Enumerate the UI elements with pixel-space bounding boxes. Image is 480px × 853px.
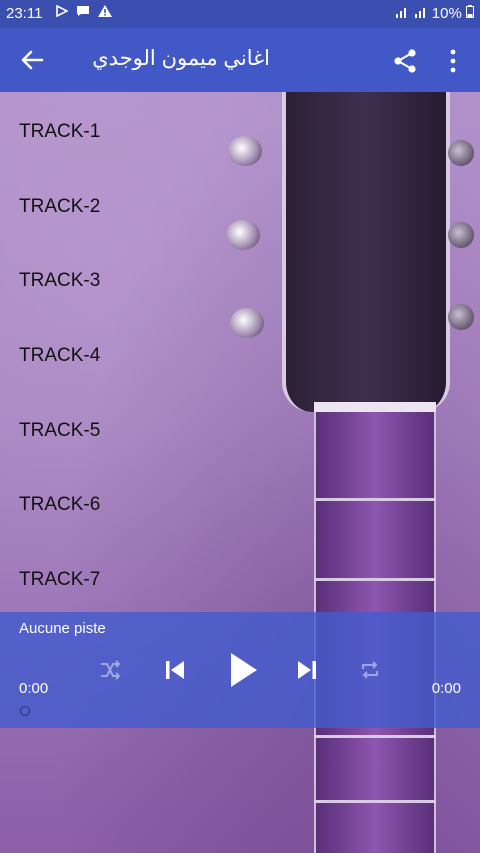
previous-button[interactable] [158, 652, 192, 688]
status-time: 23:11 [6, 5, 43, 22]
signal-icon [414, 8, 425, 18]
list-item[interactable]: TRACK-5 [19, 420, 100, 442]
next-button[interactable] [290, 652, 324, 688]
list-item[interactable]: TRACK-1 [19, 121, 100, 143]
shuffle-button[interactable] [96, 652, 124, 688]
guitar-nut [314, 402, 436, 412]
play-button[interactable] [222, 648, 262, 692]
list-item[interactable]: TRACK-2 [19, 196, 100, 218]
guitar-fret [314, 498, 436, 501]
player-bar: Aucune piste 0:00 0:00 [0, 612, 480, 728]
arrow-left-icon[interactable] [18, 46, 46, 74]
seek-bar[interactable] [20, 706, 458, 716]
tuning-peg [448, 222, 474, 248]
list-item[interactable]: TRACK-7 [19, 569, 100, 591]
repeat-icon [362, 661, 378, 679]
list-item[interactable]: TRACK-6 [19, 494, 100, 516]
guitar-fret [314, 578, 436, 581]
share-icon[interactable] [392, 48, 418, 74]
tuning-peg [226, 220, 260, 250]
repeat-button[interactable] [356, 652, 384, 688]
skip-previous-icon [166, 661, 184, 679]
tuning-peg [448, 304, 474, 330]
page-title: اغاني ميمون الوجدي [92, 47, 270, 70]
battery-percent: 10% [431, 5, 462, 22]
guitar-fret [314, 735, 436, 738]
more-vert-icon[interactable] [446, 48, 460, 74]
app-toolbar: اغاني ميمون الوجدي [0, 28, 480, 92]
play-icon [231, 653, 257, 687]
elapsed-time: 0:00 [19, 680, 49, 697]
seek-thumb[interactable] [20, 706, 30, 716]
shuffle-icon [101, 660, 121, 680]
duration-time: 0:00 [431, 680, 461, 697]
status-bar: 23:11 10% [0, 0, 480, 28]
play-store-icon [56, 4, 69, 18]
guitar-headstock [282, 92, 450, 412]
tuning-peg [230, 308, 264, 338]
current-track-label: Aucune piste [19, 620, 106, 637]
battery-icon [466, 5, 474, 18]
signal-icon [396, 8, 407, 18]
list-item[interactable]: TRACK-4 [19, 345, 100, 367]
tuning-peg [228, 136, 262, 166]
skip-next-icon [298, 661, 316, 679]
guitar-fret [314, 800, 436, 803]
list-item[interactable]: TRACK-3 [19, 270, 100, 292]
message-icon [76, 6, 89, 16]
tuning-peg [448, 140, 474, 166]
status-right: 10% [395, 5, 474, 22]
notification-icons [56, 4, 112, 20]
warning-icon [97, 5, 112, 17]
